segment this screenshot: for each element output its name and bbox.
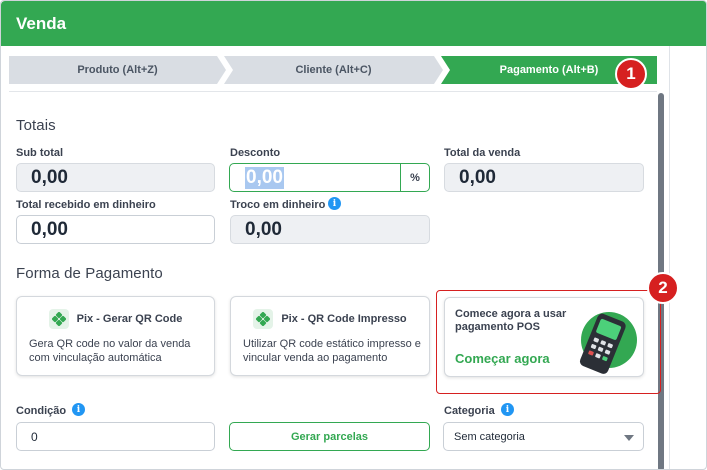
card-title-row: Pix - Gerar QR Code [17,309,214,329]
desconto-value[interactable]: 0,00 [245,167,284,189]
categoria-label: Categoria [444,405,495,417]
info-icon[interactable]: i [72,403,85,416]
side-divider [669,46,670,469]
annotation-badge-2: 2 [647,272,679,304]
pix-qr-impresso-card[interactable]: Pix - QR Code Impresso Utilizar QR code … [230,296,430,376]
sub-total-value: 0,00 [31,166,68,188]
condicao-input[interactable]: 0 [16,422,215,451]
stepper: Produto (Alt+Z) Cliente (Alt+C) Pagament… [9,56,657,84]
step-label: Cliente (Alt+C) [295,64,372,76]
sub-total-field: 0,00 [16,163,215,192]
categoria-select[interactable]: Sem categoria [443,422,644,451]
categoria-selected: Sem categoria [454,430,525,443]
card-description: Gera QR code no valor da venda com vincu… [29,338,191,364]
step-cliente[interactable]: Cliente (Alt+C) [224,56,443,84]
pos-terminal-icon [579,312,637,374]
gerar-parcelas-button[interactable]: Gerar parcelas [229,422,430,451]
total-venda-label: Total da venda [444,147,521,159]
totais-heading: Totais [16,117,56,134]
pix-icon [48,309,69,329]
card-title-row: Pix - QR Code Impresso [231,309,429,329]
desconto-field[interactable]: 0,00 % [229,163,430,192]
pix-icon [253,309,274,329]
condicao-value: 0 [31,429,38,444]
step-label: Pagamento (Alt+B) [499,64,599,76]
pix-qr-card[interactable]: Pix - Gerar QR Code Gera QR code no valo… [16,296,215,376]
comecar-agora-link[interactable]: Começar agora [455,351,550,366]
section-divider [9,91,657,92]
troco-field: 0,00 [230,215,430,244]
card-title: Pix - QR Code Impresso [281,313,407,325]
window-title: Venda [16,14,67,33]
pos-promo-card[interactable]: Comece agora a usar pagamento POS Começa… [444,297,644,377]
condicao-label: Condição [16,405,67,417]
info-icon[interactable]: i [501,403,514,416]
card-title: Pix - Gerar QR Code [76,313,183,325]
sub-total-label: Sub total [16,147,64,159]
total-recebido-value: 0,00 [31,218,68,240]
total-recebido-label: Total recebido em dinheiro [16,199,156,211]
window-header: Venda [1,1,706,46]
chevron-down-icon [624,435,634,441]
desconto-label: Desconto [230,147,281,159]
pagamento-heading: Forma de Pagamento [16,265,163,282]
annotation-badge-1: 1 [615,58,647,90]
troco-value: 0,00 [245,218,282,240]
sale-window: Venda Produto (Alt+Z) Cliente (Alt+C) Pa… [0,0,707,470]
step-produto[interactable]: Produto (Alt+Z) [9,56,226,84]
troco-label: Troco em dinheiro [230,199,326,211]
percent-toggle-button[interactable]: % [400,164,429,191]
card-description: Utilizar QR code estático impresso e vin… [243,338,421,364]
total-recebido-field[interactable]: 0,00 [16,215,215,244]
info-icon[interactable]: i [328,197,341,210]
total-venda-value: 0,00 [459,166,496,188]
total-venda-field: 0,00 [444,163,644,192]
pos-promo-text: Comece agora a usar pagamento POS [455,308,567,333]
step-label: Produto (Alt+Z) [77,64,158,76]
